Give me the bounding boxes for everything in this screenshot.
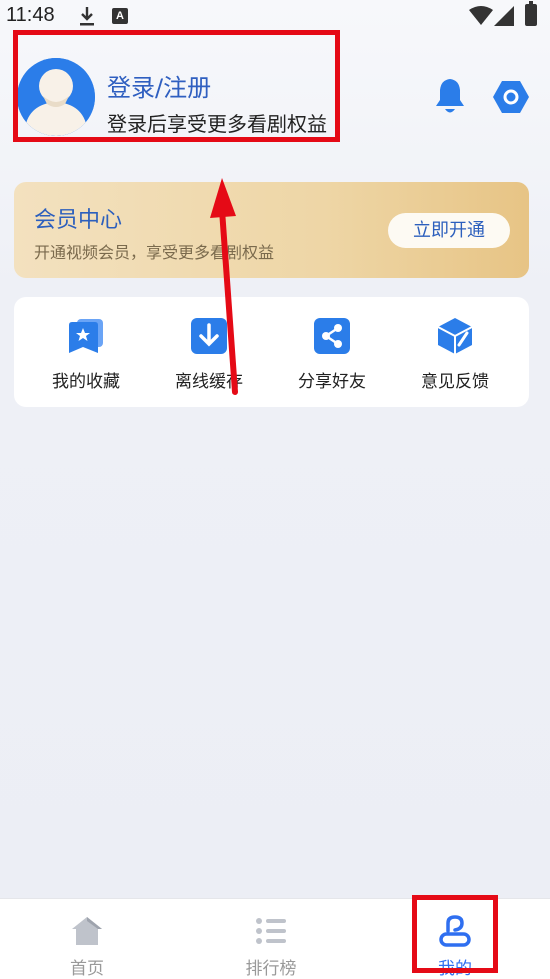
settings-icon[interactable]: [492, 78, 530, 116]
accessibility-status-icon: A: [112, 8, 128, 24]
action-label: 意见反馈: [421, 372, 489, 392]
quick-actions-panel: 我的收藏 离线缓存 分享好友 意见反馈: [14, 297, 529, 407]
nav-ranking[interactable]: 排行榜: [216, 899, 326, 979]
favorites-icon: [69, 319, 103, 353]
status-time: 11:48: [6, 4, 55, 26]
action-label: 我的收藏: [52, 372, 120, 392]
action-feedback[interactable]: 意见反馈: [395, 297, 515, 407]
nav-label: 排行榜: [245, 959, 297, 979]
action-share[interactable]: 分享好友: [272, 297, 392, 407]
annotation-arrow: [210, 178, 238, 395]
signal-icon: [494, 6, 514, 26]
open-vip-button[interactable]: 立即开通: [388, 213, 510, 248]
nav-label: 首页: [70, 959, 104, 979]
vip-center-card[interactable]: 会员中心 开通视频会员，享受更多看剧权益 立即开通: [14, 182, 529, 278]
action-label: 分享好友: [298, 372, 366, 392]
battery-icon: [525, 1, 537, 26]
share-icon: [314, 318, 350, 354]
nav-home[interactable]: 首页: [32, 899, 142, 979]
wifi-icon: [469, 6, 493, 25]
feedback-icon: [437, 318, 473, 354]
annotation-box-profile: [13, 30, 340, 142]
ranking-icon: [256, 918, 286, 944]
download-status-icon: [80, 7, 94, 26]
action-favorites[interactable]: 我的收藏: [26, 297, 146, 407]
bell-icon[interactable]: [432, 76, 468, 116]
home-icon: [72, 917, 102, 945]
status-bar: 11:48 A: [0, 0, 550, 32]
annotation-box-nav-mine: [412, 895, 498, 973]
vip-title: 会员中心: [34, 208, 123, 233]
